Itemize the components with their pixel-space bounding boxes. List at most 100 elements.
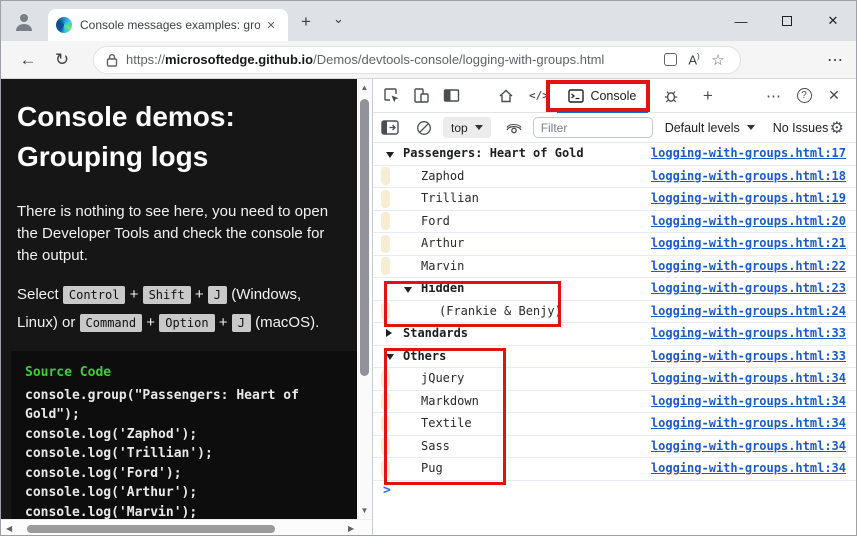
source-code-line: console.log('Ford'); xyxy=(25,465,182,481)
console-message-row[interactable]: (Frankie & Benjy) logging-with-groups.ht… xyxy=(373,301,856,323)
console-source-link[interactable]: logging-with-groups.html:33 xyxy=(651,323,846,345)
minimize-button[interactable]: — xyxy=(718,1,764,41)
console-source-link[interactable]: logging-with-groups.html:17 xyxy=(651,143,846,165)
console-source-link[interactable]: logging-with-groups.html:21 xyxy=(651,233,846,255)
console-message-row[interactable]: Sass logging-with-groups.html:34 xyxy=(373,436,856,458)
console-tab-label: Console xyxy=(590,88,637,103)
console-source-link[interactable]: logging-with-groups.html:24 xyxy=(651,301,846,323)
address-bar[interactable]: https://microsoftedge.github.io/Demos/de… xyxy=(93,45,741,74)
devtools-tab-bar: </> Console + ⋯ ? ✕ xyxy=(373,79,856,113)
close-devtools-button[interactable]: ✕ xyxy=(819,83,849,109)
chevron-down-icon xyxy=(474,125,483,130)
console-settings-button[interactable]: ⚙ xyxy=(830,118,844,138)
console-source-link[interactable]: logging-with-groups.html:33 xyxy=(651,346,846,368)
source-code-line: console.log('Trillian'); xyxy=(25,446,213,461)
favorites-button[interactable]: ☆ xyxy=(706,48,730,72)
url-text: https://microsoftedge.github.io/Demos/de… xyxy=(126,52,658,67)
console-message-row[interactable]: jQuery logging-with-groups.html:34 xyxy=(373,368,856,391)
close-window-button[interactable]: ✕ xyxy=(810,1,856,41)
group-toggle-icon[interactable] xyxy=(386,328,392,337)
browser-tab[interactable]: Console messages examples: gro ✕ xyxy=(48,9,288,41)
console-message-row[interactable]: Standards logging-with-groups.html:33 xyxy=(373,323,856,346)
group-child-marker xyxy=(381,437,390,456)
console-source-link[interactable]: logging-with-groups.html:18 xyxy=(651,166,846,188)
key-shift: Shift xyxy=(142,286,191,304)
console-prompt-row[interactable]: > xyxy=(373,481,856,503)
inspect-element-button[interactable] xyxy=(376,83,406,109)
console-source-link[interactable]: logging-with-groups.html:34 xyxy=(651,391,846,413)
console-message-row[interactable]: Ford logging-with-groups.html:20 xyxy=(373,211,856,233)
console-message-text: Markdown xyxy=(421,393,479,408)
console-message-row[interactable]: Zaphod logging-with-groups.html:18 xyxy=(373,166,856,188)
group-toggle-icon[interactable] xyxy=(386,354,394,361)
horizontal-scroll-thumb[interactable] xyxy=(27,525,275,533)
javascript-context-dropdown[interactable]: top xyxy=(443,117,491,138)
back-button[interactable]: ← xyxy=(11,45,45,75)
console-sidebar-button[interactable] xyxy=(377,116,403,140)
console-tab-icon xyxy=(568,88,585,103)
console-message-row[interactable]: Marvin logging-with-groups.html:22 xyxy=(373,256,856,278)
vertical-scroll-thumb[interactable] xyxy=(360,99,369,376)
console-message-row[interactable]: Hidden logging-with-groups.html:23 xyxy=(373,278,856,301)
scroll-down-icon[interactable]: ▼ xyxy=(357,506,372,515)
shortcut-instructions: Select Control + Shift + J (Windows, Lin… xyxy=(17,286,320,332)
tab-actions-menu-icon[interactable]: ⌄ xyxy=(333,11,344,27)
profile-button[interactable] xyxy=(9,7,39,35)
console-source-link[interactable]: logging-with-groups.html:23 xyxy=(651,278,846,300)
console-source-link[interactable]: logging-with-groups.html:34 xyxy=(651,436,846,458)
device-emulation-button[interactable] xyxy=(406,83,436,109)
devtools-help-button[interactable]: ? xyxy=(789,83,819,109)
scroll-right-icon[interactable]: ▶ xyxy=(348,524,354,533)
browser-settings-menu-button[interactable]: ⋯ xyxy=(827,50,844,70)
console-message-row[interactable]: Markdown logging-with-groups.html:34 xyxy=(373,391,856,413)
devtools-more-options-button[interactable]: ⋯ xyxy=(759,83,789,109)
maximize-button[interactable] xyxy=(764,1,810,41)
console-message-row[interactable]: Arthur logging-with-groups.html:21 xyxy=(373,233,856,256)
address-toolbar: ← ↻ https://microsoftedge.github.io/Demo… xyxy=(1,41,856,79)
console-message-row[interactable]: Textile logging-with-groups.html:34 xyxy=(373,413,856,436)
console-message-row[interactable]: Trillian logging-with-groups.html:19 xyxy=(373,188,856,211)
page-horizontal-scrollbar[interactable]: ◀ ▶ xyxy=(1,519,372,535)
console-filter-input[interactable] xyxy=(532,117,653,138)
tab-close-icon[interactable]: ✕ xyxy=(262,16,280,34)
console-message-row[interactable]: Passengers: Heart of Gold logging-with-g… xyxy=(373,143,856,166)
issues-status[interactable]: No Issues xyxy=(773,121,829,135)
add-devtools-tab-button[interactable]: + xyxy=(693,83,723,109)
tab-welcome[interactable] xyxy=(491,83,521,109)
live-expression-button[interactable] xyxy=(501,116,527,140)
console-source-link[interactable]: logging-with-groups.html:34 xyxy=(651,368,846,390)
key-command: Command xyxy=(79,314,143,332)
tab-elements[interactable]: </> xyxy=(529,89,549,102)
console-source-link[interactable]: logging-with-groups.html:20 xyxy=(651,211,846,233)
console-message-row[interactable]: Pug logging-with-groups.html:34 xyxy=(373,458,856,481)
group-child-marker xyxy=(381,257,390,276)
inspect-icon xyxy=(383,88,398,103)
dock-left-icon xyxy=(443,89,459,102)
console-source-link[interactable]: logging-with-groups.html:34 xyxy=(651,458,846,480)
read-aloud-button[interactable]: A) xyxy=(682,48,706,72)
log-levels-dropdown[interactable]: Default levels xyxy=(665,121,755,135)
console-message-text: Arthur xyxy=(421,236,465,250)
issues-counter-button[interactable] xyxy=(656,83,686,109)
refresh-button[interactable]: ↻ xyxy=(45,45,79,75)
console-message-text: Textile xyxy=(421,416,472,430)
tab-console[interactable]: Console xyxy=(555,79,650,113)
page-viewport: Console demos: Grouping logs There is no… xyxy=(1,79,372,535)
console-message-text: (Frankie & Benjy) xyxy=(439,303,562,318)
group-toggle-icon[interactable] xyxy=(404,286,412,293)
dock-side-button[interactable] xyxy=(436,83,466,109)
console-source-link[interactable]: logging-with-groups.html:34 xyxy=(651,413,846,435)
source-code-line: console.group("Passengers: Heart of Gold… xyxy=(25,387,299,423)
clear-console-button[interactable] xyxy=(411,116,437,140)
scroll-up-icon[interactable]: ▲ xyxy=(357,83,372,92)
console-message-row[interactable]: Others logging-with-groups.html:33 xyxy=(373,346,856,368)
page-vertical-scrollbar[interactable]: ▲ ▼ xyxy=(357,79,372,519)
scroll-left-icon[interactable]: ◀ xyxy=(6,524,12,533)
console-source-link[interactable]: logging-with-groups.html:22 xyxy=(651,256,846,278)
split-screen-button[interactable] xyxy=(658,48,682,72)
group-toggle-icon[interactable] xyxy=(386,151,394,158)
console-source-link[interactable]: logging-with-groups.html:19 xyxy=(651,188,846,210)
new-tab-button[interactable]: + xyxy=(301,13,311,30)
source-code-lines: console.group("Passengers: Heart of Gold… xyxy=(25,386,357,520)
help-icon: ? xyxy=(796,88,812,103)
